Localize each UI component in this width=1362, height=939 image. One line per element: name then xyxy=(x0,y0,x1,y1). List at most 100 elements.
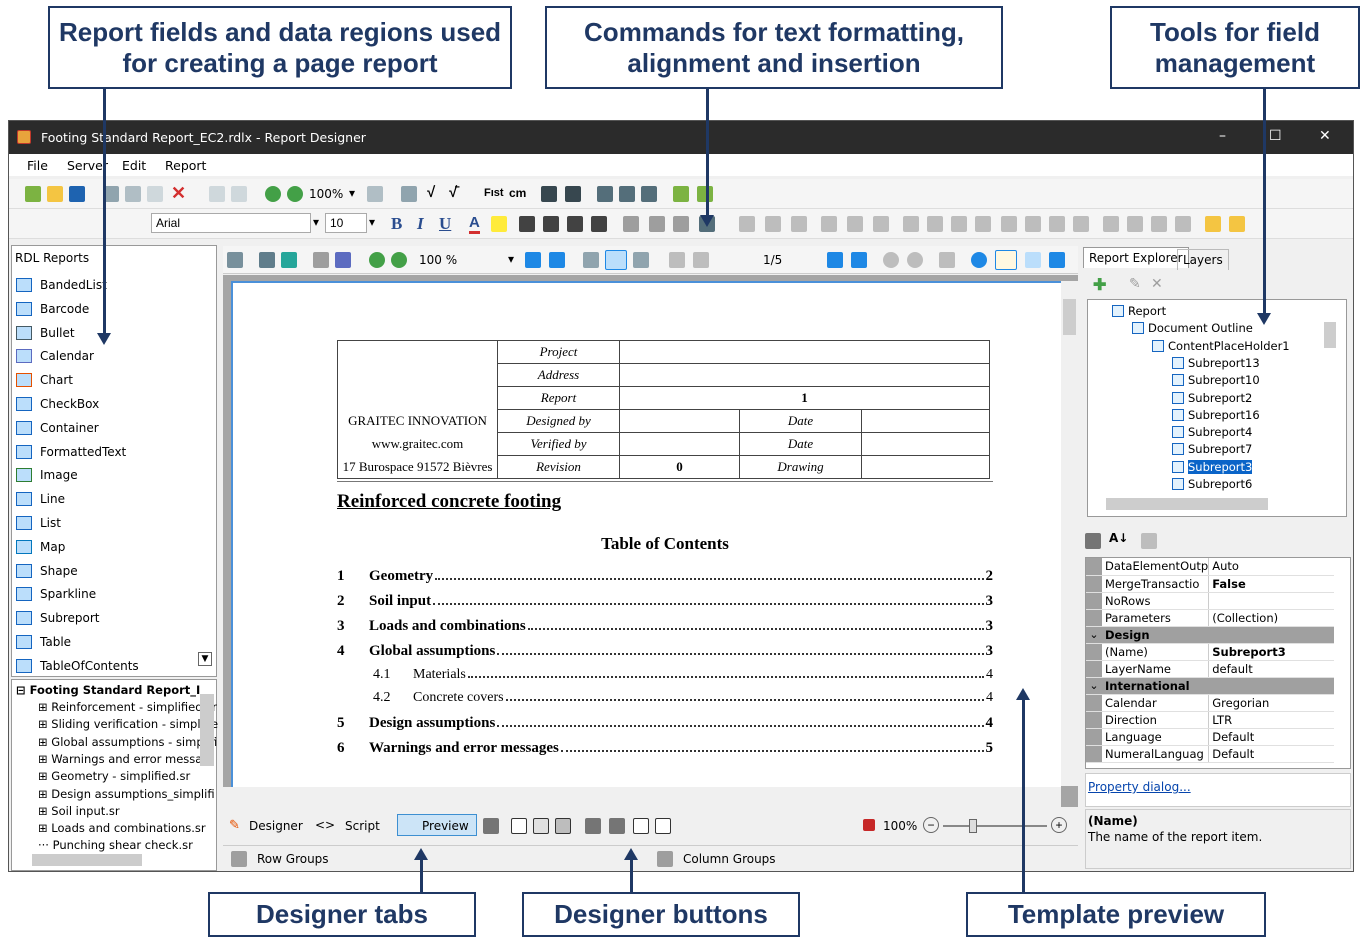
explorer-hscroll[interactable] xyxy=(1106,498,1268,510)
property-row[interactable]: Calendar Gregorian xyxy=(1086,694,1334,712)
property-row[interactable]: Language Default xyxy=(1086,728,1334,746)
toolbox-item-table[interactable]: Table xyxy=(16,631,71,653)
property-value[interactable] xyxy=(1208,626,1334,644)
property-dialog-link[interactable]: Property dialog... xyxy=(1088,780,1191,794)
zoom-in-icon[interactable] xyxy=(265,186,281,202)
toc-entry[interactable]: 3 Loads and combinations 3 xyxy=(337,618,993,635)
formula-variable-icon[interactable]: √̄ xyxy=(449,184,457,201)
explorer-vscroll[interactable] xyxy=(1324,322,1336,348)
property-value[interactable]: Auto xyxy=(1208,558,1334,576)
zoom-dropdown[interactable]: 100% xyxy=(309,187,343,201)
highlight-icon[interactable] xyxy=(491,216,507,232)
page-header-icon[interactable] xyxy=(541,186,557,202)
preview-zoom-value[interactable]: 100 % xyxy=(419,253,457,267)
tab-designer[interactable]: Designer xyxy=(249,819,303,833)
property-row[interactable]: Direction LTR xyxy=(1086,711,1334,729)
project-tree-item[interactable]: ⊞ Loads and combinations.sr xyxy=(38,821,206,835)
property-row[interactable]: MergeTransactio False xyxy=(1086,575,1334,593)
align-middles-icon[interactable] xyxy=(847,216,863,232)
hand-icon[interactable] xyxy=(655,818,671,834)
menu-server[interactable]: Server xyxy=(67,158,108,173)
toc-entry[interactable]: 5 Design assumptions 4 xyxy=(337,715,993,732)
multi-page-icon[interactable] xyxy=(633,252,649,268)
align-right-icon[interactable] xyxy=(567,216,583,232)
toolbox-item-bullet[interactable]: Bullet xyxy=(16,322,75,344)
column-groups-label[interactable]: Column Groups xyxy=(683,852,776,866)
close-button[interactable]: ✕ xyxy=(1319,128,1331,144)
add-data-icon[interactable] xyxy=(673,186,689,202)
project-tree-item[interactable]: ··· Punching shear check.sr xyxy=(38,838,193,852)
paste-icon[interactable] xyxy=(147,186,163,202)
property-row[interactable]: DataElementOutp Auto xyxy=(1086,558,1334,576)
chevron-down-icon[interactable]: ▾ xyxy=(369,215,375,229)
slider-thumb[interactable] xyxy=(969,819,977,833)
vspace-equal-icon[interactable] xyxy=(1103,216,1119,232)
zoom-slider[interactable]: − + xyxy=(923,817,1069,835)
bullets-icon[interactable] xyxy=(623,216,639,232)
cm-icon[interactable]: cm xyxy=(509,186,526,200)
toc-entry[interactable]: 4.1 Materials 4 xyxy=(373,667,993,683)
align-lefts-icon[interactable] xyxy=(739,216,755,232)
formula-icon[interactable]: √ xyxy=(427,184,435,201)
vspace-remove-icon[interactable] xyxy=(1175,216,1191,232)
first-page-icon[interactable] xyxy=(669,252,685,268)
toolbox-item-calendar[interactable]: Calendar xyxy=(16,345,94,367)
page-indicator[interactable]: 1/5 xyxy=(763,253,782,267)
property-row[interactable]: NoRows xyxy=(1086,592,1334,610)
property-row[interactable]: Parameters (Collection) xyxy=(1086,609,1334,627)
explorer-tree-item[interactable]: Document Outline xyxy=(1132,321,1253,335)
font-color-button[interactable]: A xyxy=(469,214,480,234)
property-pages-icon[interactable] xyxy=(1141,533,1157,549)
project-tree-item[interactable]: ⊞ Global assumptions - simplifi xyxy=(38,735,217,749)
bold-button[interactable]: B xyxy=(391,214,402,234)
property-value[interactable]: False xyxy=(1208,575,1334,593)
zoom-out-icon[interactable] xyxy=(287,186,303,202)
align-bottoms-icon[interactable] xyxy=(873,216,889,232)
parent-report-icon[interactable] xyxy=(939,252,955,268)
refresh-icon[interactable] xyxy=(971,252,987,268)
menu-file[interactable]: File xyxy=(27,158,48,173)
justify-icon[interactable] xyxy=(591,216,607,232)
toolbox-item-tableofcontents[interactable]: TableOfContents xyxy=(16,655,139,677)
font-name-input[interactable]: Arial xyxy=(151,213,311,233)
project-tree-root[interactable]: ⊟ Footing Standard Report_I xyxy=(16,683,200,697)
maximize-button[interactable]: ☐ xyxy=(1269,128,1282,144)
vspace-dec-icon[interactable] xyxy=(1151,216,1167,232)
property-value[interactable]: Subreport3 xyxy=(1208,643,1334,661)
export-icon[interactable] xyxy=(281,252,297,268)
toolbox-item-sparkline[interactable]: Sparkline xyxy=(16,583,96,605)
project-tree-item[interactable]: ⊞ Design assumptions_simplifi xyxy=(38,787,215,801)
ruler-icon[interactable] xyxy=(483,818,499,834)
explorer-tree-item[interactable]: Subreport2 xyxy=(1172,391,1252,405)
chevron-down-icon[interactable]: ▾ xyxy=(349,186,355,200)
align-rights-icon[interactable] xyxy=(791,216,807,232)
back-icon[interactable] xyxy=(883,252,899,268)
toolbox-item-chart[interactable]: Chart xyxy=(16,369,73,391)
toolbox-item-subreport[interactable]: Subreport xyxy=(16,607,100,629)
minimize-button[interactable]: – xyxy=(1219,128,1226,144)
field-icon[interactable] xyxy=(641,186,657,202)
sort-alpha-icon[interactable]: A↓ xyxy=(1109,531,1128,545)
edit-icon[interactable]: ✎ xyxy=(1129,275,1141,292)
fit-width-icon[interactable] xyxy=(525,252,541,268)
find-icon[interactable] xyxy=(335,252,351,268)
pan-icon[interactable] xyxy=(995,250,1017,270)
align-left-icon[interactable] xyxy=(519,216,535,232)
toolbox-item-image[interactable]: Image xyxy=(16,464,78,486)
project-tree-item[interactable]: ⊞ Geometry - simplified.sr xyxy=(38,769,190,783)
single-page-icon[interactable] xyxy=(583,252,599,268)
hspace-dec-icon[interactable] xyxy=(1049,216,1065,232)
page-footer-icon[interactable] xyxy=(565,186,581,202)
toolbox-item-checkbox[interactable]: CheckBox xyxy=(16,393,99,415)
minus-icon[interactable]: − xyxy=(923,817,939,833)
add-icon[interactable]: ✚ xyxy=(1093,275,1106,295)
tree-hscrollbar[interactable] xyxy=(32,854,142,866)
layout-icon[interactable] xyxy=(401,186,417,202)
toolbox-item-bandedlist[interactable]: BandedList xyxy=(16,274,107,296)
list-icon[interactable] xyxy=(619,186,635,202)
redo-icon[interactable] xyxy=(231,186,247,202)
project-tree-item[interactable]: ⊞ Sliding verification - simplifie xyxy=(38,717,218,731)
first-icon[interactable]: Fıst xyxy=(484,187,504,199)
snapshot-icon[interactable] xyxy=(1049,252,1065,268)
explorer-tree-item[interactable]: Subreport16 xyxy=(1172,408,1260,422)
